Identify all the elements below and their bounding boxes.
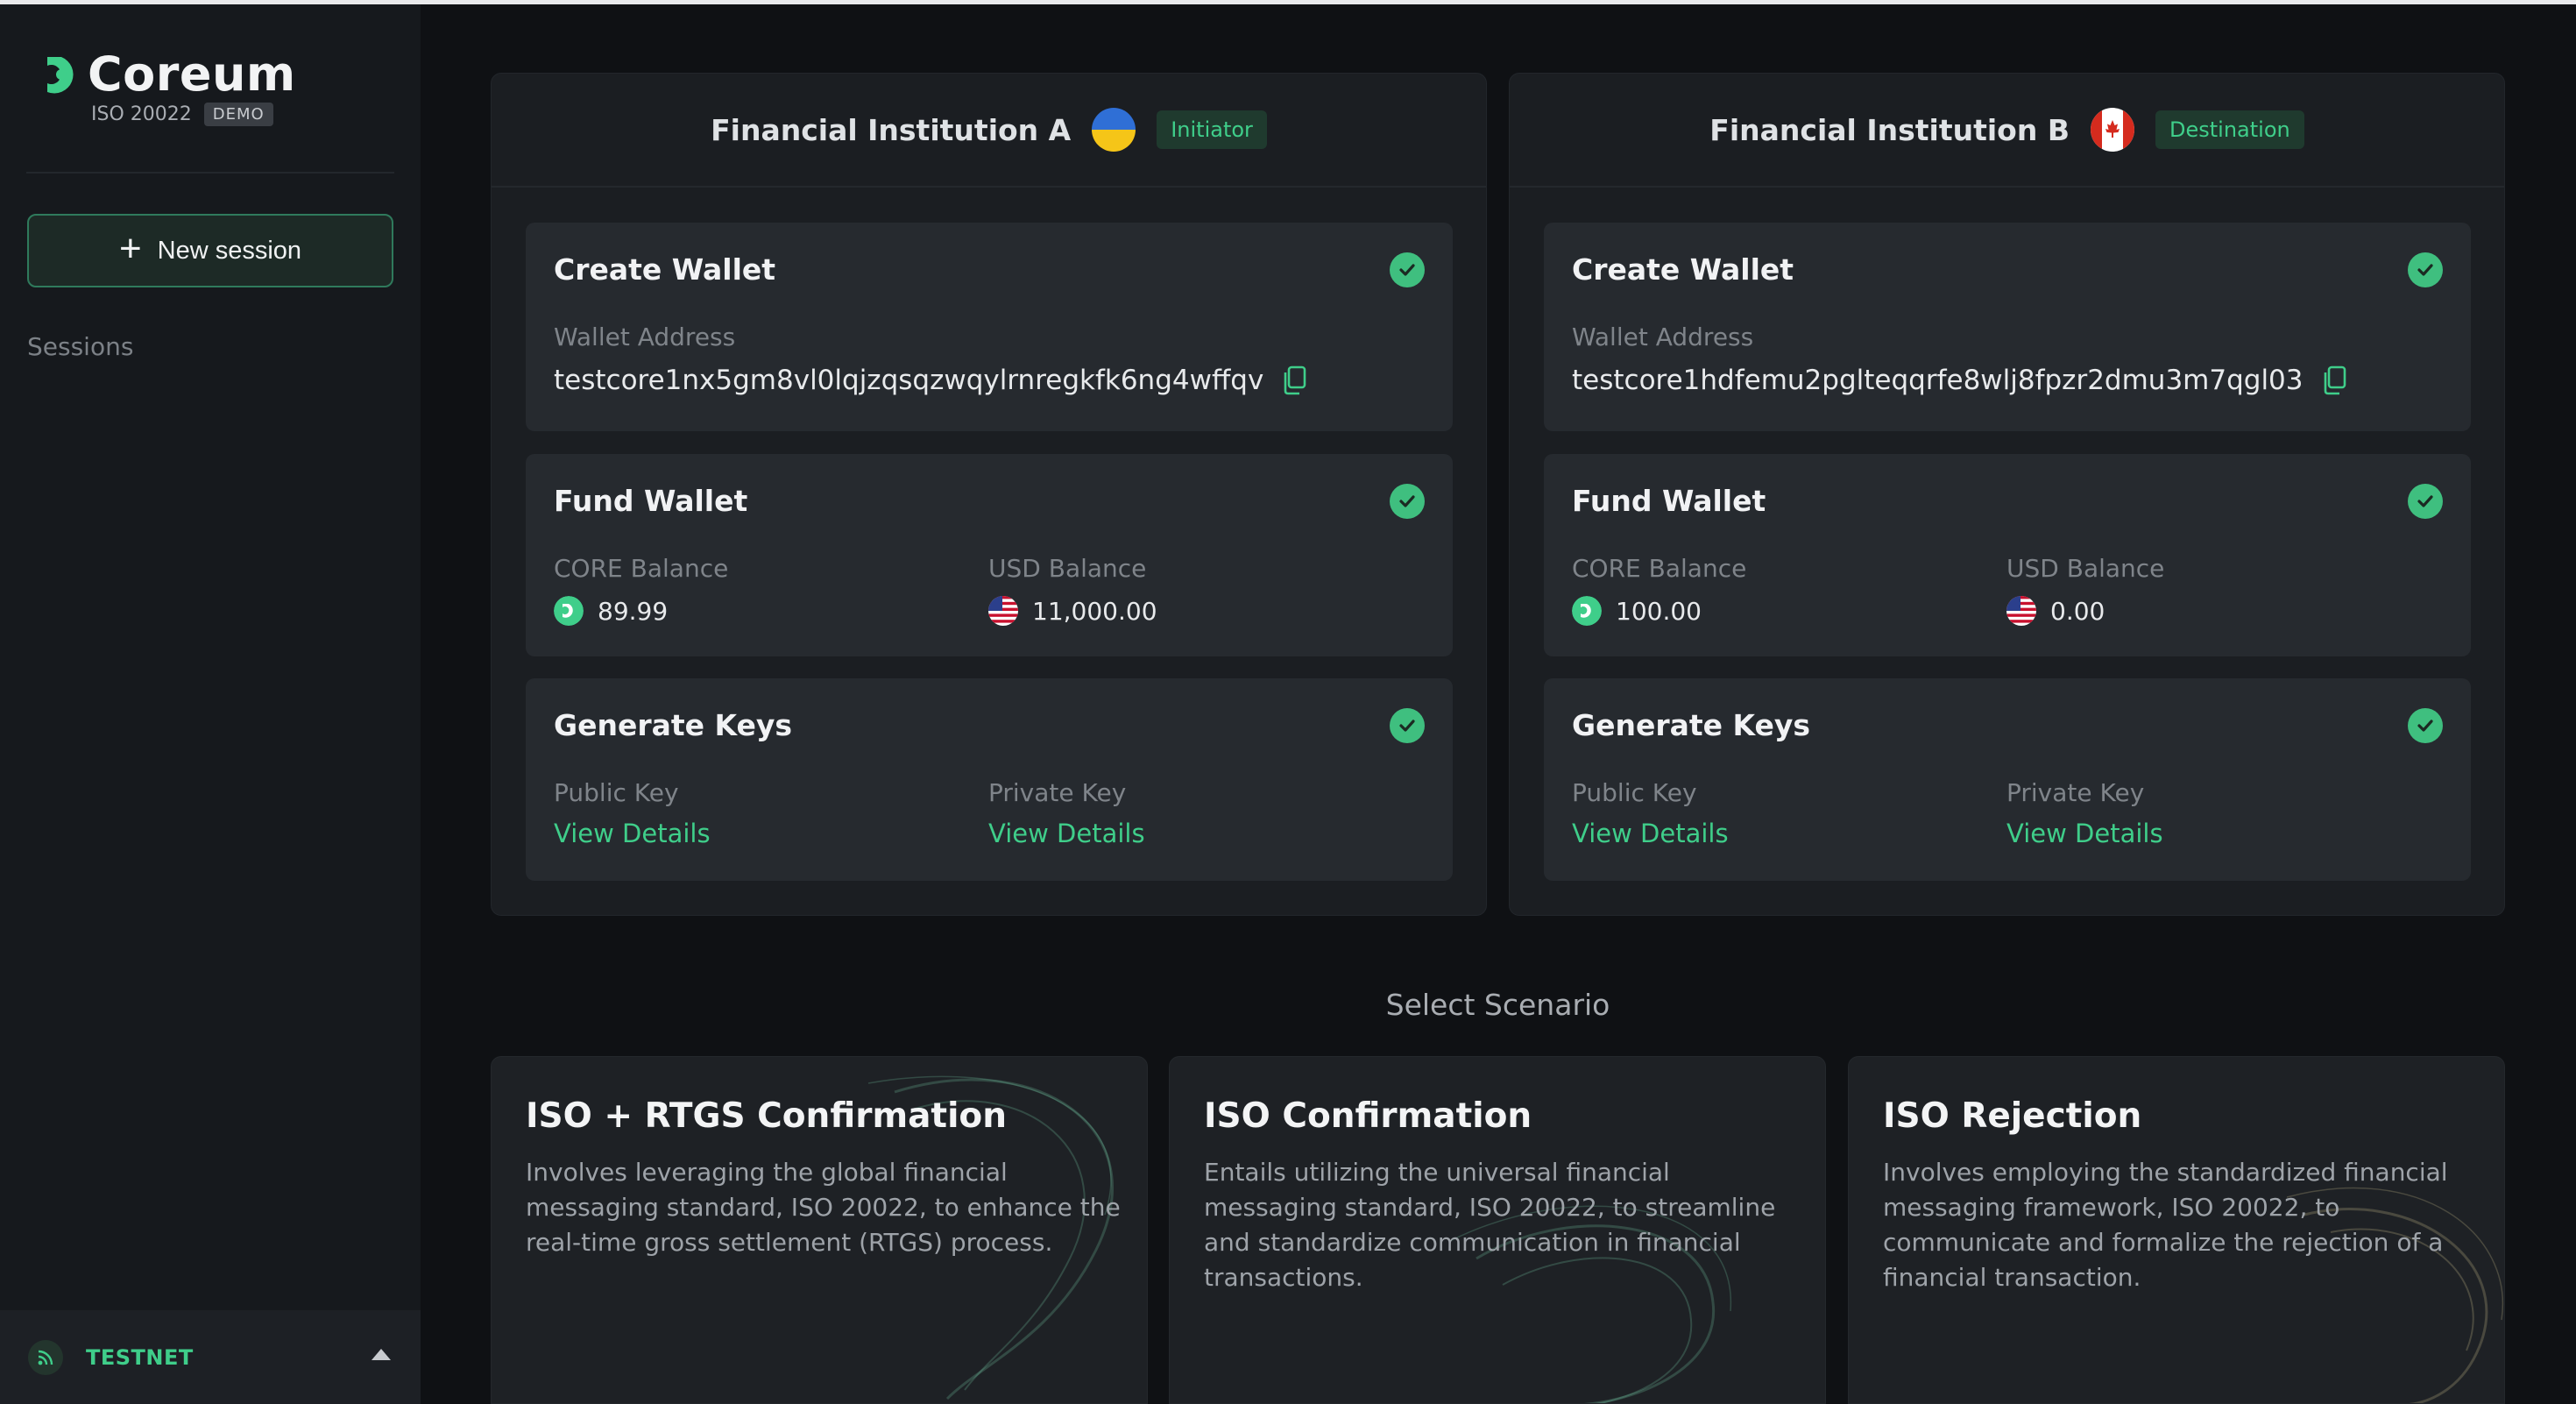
wallet-address-row: testcore1nx5gm8vl0lqjzqsqzwqylrnregkfk6n… xyxy=(554,365,1307,396)
core-balance-label: CORE Balance xyxy=(554,554,729,583)
generate-keys-title: Generate Keys xyxy=(554,708,793,742)
core-balance-row: 100.00 xyxy=(1572,596,1702,626)
institution-b-name: Financial Institution B xyxy=(1709,112,2070,147)
scenario-title: ISO Confirmation xyxy=(1204,1096,1532,1136)
scenario-card-iso-rejection[interactable]: ISO Rejection Involves employing the sta… xyxy=(1848,1056,2505,1404)
usd-balance-row: 11,000.00 xyxy=(988,596,1157,626)
usd-balance-label: USD Balance xyxy=(988,554,1147,583)
check-icon xyxy=(2408,708,2443,743)
copy-icon[interactable] xyxy=(2321,365,2347,395)
scenario-title: ISO Rejection xyxy=(1883,1096,2142,1136)
create-wallet-card: Create Wallet Wallet Address testcore1hd… xyxy=(1544,223,2471,431)
public-key-view-details-link[interactable]: View Details xyxy=(554,819,711,848)
core-coin-icon xyxy=(554,596,584,626)
public-key-label: Public Key xyxy=(554,778,679,807)
fund-wallet-card: Fund Wallet CORE Balance 100.00 USD Bala… xyxy=(1544,454,2471,656)
scenario-description: Involves employing the standardized fina… xyxy=(1883,1158,2448,1292)
fund-wallet-title: Fund Wallet xyxy=(1572,484,1766,518)
generate-keys-card: Generate Keys Public Key View Details Pr… xyxy=(1544,678,2471,881)
fund-wallet-card: Fund Wallet CORE Balance 89.99 USD Balan… xyxy=(526,454,1453,656)
core-balance-row: 89.99 xyxy=(554,596,668,626)
wallet-address-value: testcore1nx5gm8vl0lqjzqsqzwqylrnregkfk6n… xyxy=(554,365,1264,396)
private-key-label: Private Key xyxy=(2006,778,2145,807)
demo-badge: DEMO xyxy=(203,103,273,126)
usd-balance-row: 0.00 xyxy=(2006,596,2105,626)
institution-a-name: Financial Institution A xyxy=(711,112,1072,147)
institution-b-header: Financial Institution B Destination xyxy=(1510,74,2504,188)
usd-balance-value: 11,000.00 xyxy=(1032,596,1157,626)
sidebar: Coreum ISO 20022 DEMO + New session Sess… xyxy=(0,4,421,1404)
create-wallet-title: Create Wallet xyxy=(1572,252,1794,287)
generate-keys-title: Generate Keys xyxy=(1572,708,1811,742)
us-flag-icon xyxy=(2006,596,2036,626)
private-key-view-details-link[interactable]: View Details xyxy=(988,819,1145,848)
plus-icon: + xyxy=(118,227,142,270)
check-icon xyxy=(1390,252,1425,287)
wallet-address-value: testcore1hdfemu2pglteqqrfe8wlj8fpzr2dmu3… xyxy=(1572,365,2304,396)
usd-balance-value: 0.00 xyxy=(2050,596,2105,626)
network-label: TESTNET xyxy=(86,1344,194,1370)
public-key-label: Public Key xyxy=(1572,778,1697,807)
fund-wallet-title: Fund Wallet xyxy=(554,484,748,518)
check-icon xyxy=(2408,252,2443,287)
check-icon xyxy=(1390,484,1425,519)
check-icon xyxy=(2408,484,2443,519)
core-balance-value: 100.00 xyxy=(1616,596,1702,626)
wallet-address-label: Wallet Address xyxy=(554,323,736,351)
brand-standard: ISO 20022 xyxy=(91,103,192,125)
check-icon xyxy=(1390,708,1425,743)
wallet-address-label: Wallet Address xyxy=(1572,323,1754,351)
public-key-view-details-link[interactable]: View Details xyxy=(1572,819,1729,848)
network-signal-icon xyxy=(28,1339,63,1375)
copy-icon[interactable] xyxy=(1281,365,1307,395)
scenario-description: Entails utilizing the universal financia… xyxy=(1204,1158,1776,1292)
coreum-logo-icon xyxy=(47,56,74,94)
select-scenario-heading: Select Scenario xyxy=(1385,988,1610,1022)
usd-balance-label: USD Balance xyxy=(2006,554,2165,583)
brand-name: Coreum xyxy=(88,46,296,102)
core-balance-label: CORE Balance xyxy=(1572,554,1747,583)
institution-b-panel: Financial Institution B Destination Crea… xyxy=(1509,73,2505,916)
caret-up-icon[interactable] xyxy=(372,1349,391,1360)
scenario-card-iso-confirmation[interactable]: ISO Confirmation Entails utilizing the u… xyxy=(1169,1056,1826,1404)
institution-a-panel: Financial Institution A Initiator Create… xyxy=(491,73,1487,916)
sidebar-divider xyxy=(26,172,394,174)
new-session-button[interactable]: + New session xyxy=(27,214,393,287)
canada-flag-icon xyxy=(2091,108,2134,152)
private-key-view-details-link[interactable]: View Details xyxy=(2006,819,2163,848)
destination-badge: Destination xyxy=(2155,110,2304,149)
sessions-heading: Sessions xyxy=(27,332,134,361)
create-wallet-card: Create Wallet Wallet Address testcore1nx… xyxy=(526,223,1453,431)
core-coin-icon xyxy=(1572,596,1602,626)
new-session-label: New session xyxy=(157,236,302,265)
us-flag-icon xyxy=(988,596,1018,626)
create-wallet-title: Create Wallet xyxy=(554,252,776,287)
network-selector[interactable]: TESTNET xyxy=(0,1310,421,1404)
scenario-title: ISO + RTGS Confirmation xyxy=(526,1096,1007,1136)
brand-logo[interactable]: Coreum xyxy=(40,46,296,102)
private-key-label: Private Key xyxy=(988,778,1127,807)
scenario-description: Involves leveraging the global financial… xyxy=(526,1158,1121,1257)
wallet-address-row: testcore1hdfemu2pglteqqrfe8wlj8fpzr2dmu3… xyxy=(1572,365,2347,396)
brand-subtitle: ISO 20022 DEMO xyxy=(91,103,273,126)
core-balance-value: 89.99 xyxy=(598,596,669,626)
ukraine-flag-icon xyxy=(1092,108,1136,152)
generate-keys-card: Generate Keys Public Key View Details Pr… xyxy=(526,678,1453,881)
initiator-badge: Initiator xyxy=(1157,110,1267,149)
scenario-card-iso-rtgs-confirmation[interactable]: ISO + RTGS Confirmation Involves leverag… xyxy=(491,1056,1148,1404)
institution-a-header: Financial Institution A Initiator xyxy=(492,74,1486,188)
